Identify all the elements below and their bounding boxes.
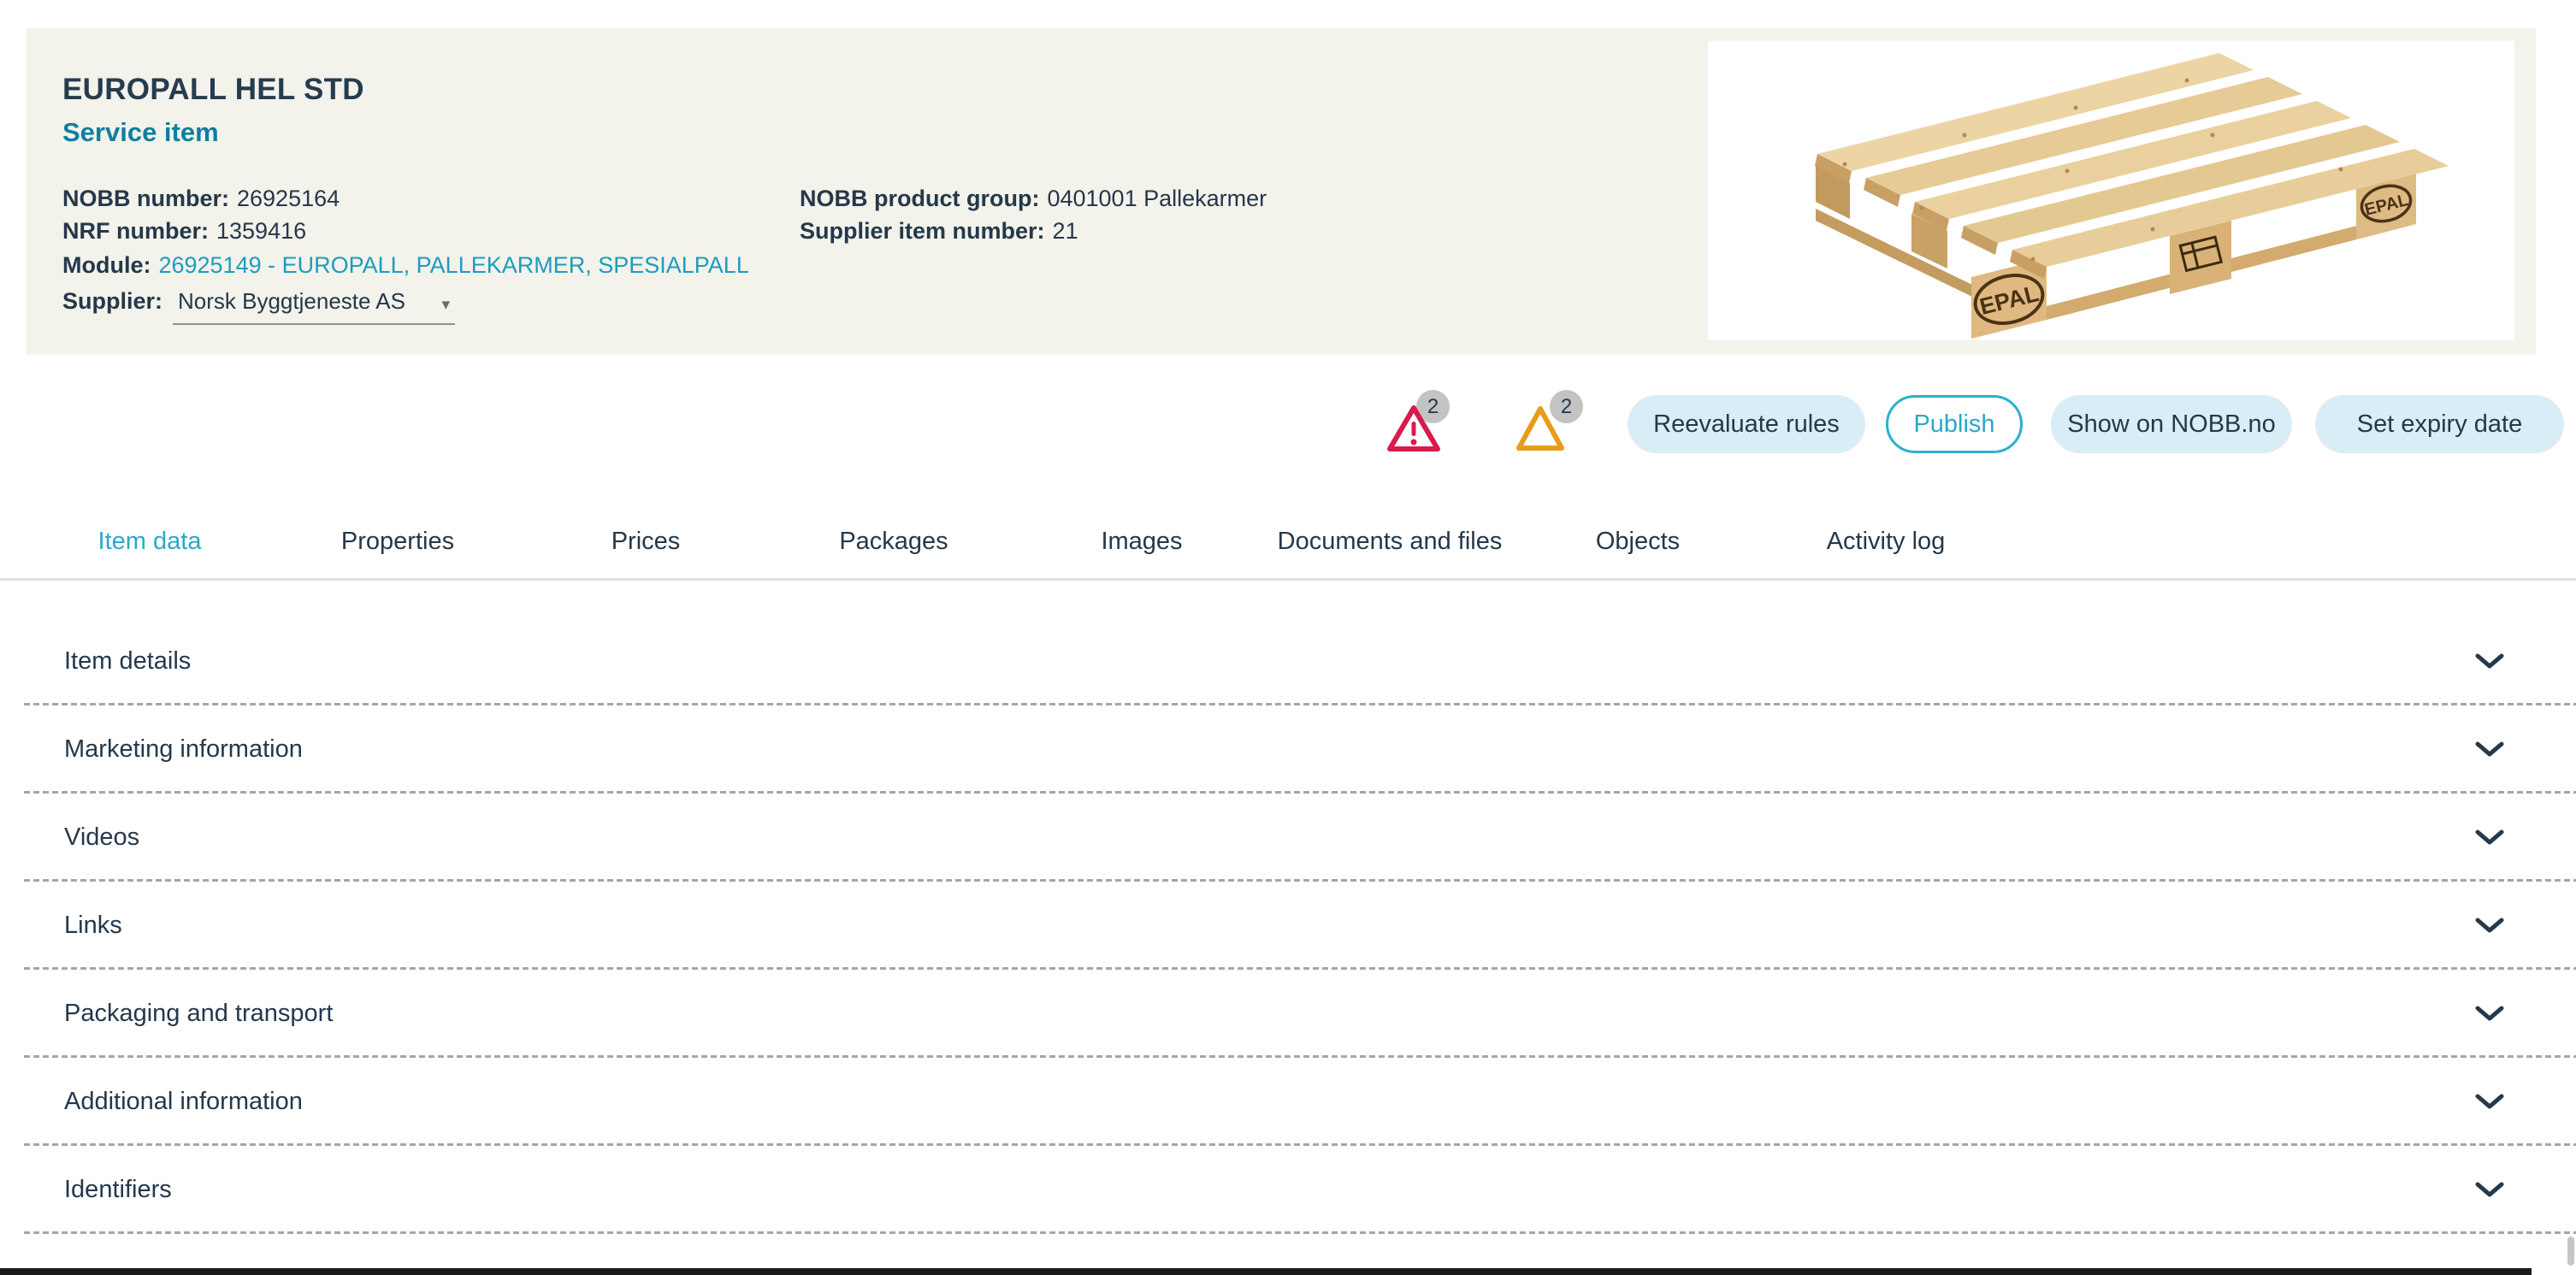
tab-objects[interactable]: Objects [1514,522,1762,561]
section-label: Identifiers [64,1176,172,1204]
nrf-number-label: NRF number: [62,218,209,244]
chevron-down-icon [2475,829,2504,847]
tab-activity-log[interactable]: Activity log [1762,522,2010,561]
error-triangle-icon [1386,404,1441,453]
nrf-number-row: NRF number: 1359416 [62,215,749,247]
supplier-item-number-value: 21 [1053,218,1078,244]
supplier-select[interactable]: Norsk Byggtjeneste AS ▾ [173,286,455,325]
section-packaging-and-transport[interactable]: Packaging and transport [24,970,2576,1058]
product-group-value: 0401001 Pallekarmer [1047,186,1267,211]
section-links[interactable]: Links [24,882,2576,970]
section-identifiers[interactable]: Identifiers [24,1146,2576,1234]
nobb-number-label: NOBB number: [62,186,229,211]
section-label: Additional information [64,1088,303,1116]
show-on-nobb-button[interactable]: Show on NOBB.no [2051,395,2292,453]
tab-properties[interactable]: Properties [274,522,522,561]
supplier-item-number-label: Supplier item number: [800,218,1045,244]
footer-edge-bar [0,1268,2532,1275]
nobb-number-value: 26925164 [237,186,340,211]
warning-indicator[interactable]: 2 [1512,385,1580,453]
section-marketing-information[interactable]: Marketing information [24,705,2576,794]
module-row: Module: 26925149 - EUROPALL, PALLEKARMER,… [62,247,749,283]
chevron-down-icon [2475,1182,2504,1199]
tab-divider [0,578,2576,581]
tab-bar: Item data Properties Prices Packages Ima… [26,522,2010,561]
module-link[interactable]: 26925149 - EUROPALL, PALLEKARMER, SPESIA… [158,252,748,278]
nrf-number-value: 1359416 [216,218,306,244]
chevron-down-icon [2475,918,2504,935]
info-column-right: NOBB product group: 0401001 Pallekarmer S… [800,182,1267,247]
item-detail-page: { "header": { "title": "EUROPALL HEL STD… [0,0,2576,1275]
tab-packages[interactable]: Packages [770,522,1018,561]
tab-images[interactable]: Images [1018,522,1266,561]
section-item-details[interactable]: Item details [24,617,2576,705]
page-title: EUROPALL HEL STD [62,73,364,107]
product-group-row: NOBB product group: 0401001 Pallekarmer [800,182,1267,215]
section-videos[interactable]: Videos [24,794,2576,882]
section-label: Links [64,912,122,940]
chevron-down-icon [2475,741,2504,759]
pallet-illustration: EPAL EPAL [1708,41,2514,340]
supplier-selected-value: Norsk Byggtjeneste AS [178,288,405,314]
product-image: EPAL EPAL [1708,41,2514,340]
error-indicator[interactable]: 2 [1386,385,1455,453]
section-additional-information[interactable]: Additional information [24,1058,2576,1146]
supplier-item-number-row: Supplier item number: 21 [800,215,1267,247]
section-label: Videos [64,823,139,852]
set-expiry-date-button[interactable]: Set expiry date [2315,395,2564,453]
info-column-left: NOBB number:26925164 NRF number:1359416 … [62,182,749,334]
chevron-down-icon: ▾ [441,295,450,315]
accordion-list: Item details Marketing information Video… [24,617,2576,1234]
publish-button[interactable]: Publish [1886,395,2023,453]
chevron-down-icon [2475,653,2504,670]
product-header: EUROPALL HEL STD Service item NOBB numbe… [27,28,2536,355]
product-group-label: NOBB product group: [800,186,1039,211]
reevaluate-rules-button[interactable]: Reevaluate rules [1628,395,1865,453]
scrollbar-thumb[interactable] [2567,1237,2574,1266]
supplier-label: Supplier: [62,288,162,314]
item-type-link[interactable]: Service item [62,117,219,148]
tab-item-data[interactable]: Item data [26,522,274,561]
section-label: Marketing information [64,735,303,764]
section-label: Packaging and transport [64,1000,333,1028]
tab-documents-and-files[interactable]: Documents and files [1266,522,1514,561]
chevron-down-icon [2475,1094,2504,1111]
chevron-down-icon [2475,1006,2504,1023]
supplier-row: Supplier: Norsk Byggtjeneste AS ▾ [62,286,749,334]
nobb-number-row: NOBB number: 26925164 [62,182,749,215]
module-label: Module: [62,252,151,278]
section-label: Item details [64,647,191,676]
warning-triangle-icon [1515,404,1565,453]
tab-prices[interactable]: Prices [522,522,770,561]
